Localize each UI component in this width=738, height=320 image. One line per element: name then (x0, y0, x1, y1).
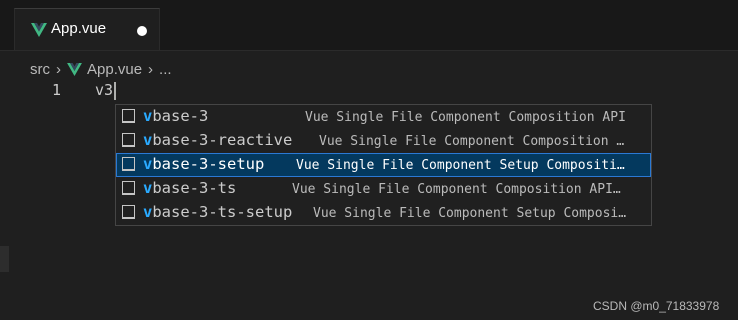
chevron-right-icon: › (148, 60, 154, 78)
code-line-text[interactable]: v3 (95, 81, 113, 99)
suggest-item-detail: Vue Single File Component Composition … (319, 134, 625, 149)
suggest-item-label: vbase-3-setup (143, 155, 265, 173)
snippet-icon (122, 109, 135, 123)
snippet-icon (122, 157, 135, 171)
suggest-item[interactable]: vbase-3-ts Vue Single File Component Com… (116, 177, 651, 201)
suggest-item-label: vbase-3-reactive (143, 131, 293, 149)
text-cursor (114, 82, 116, 100)
tab-label: App.vue (51, 20, 107, 37)
suggest-item[interactable]: vbase-3 Vue Single File Component Compos… (116, 105, 651, 129)
suggest-item-detail: Vue Single File Component Setup Composit… (296, 158, 625, 173)
suggest-item-label: vbase-3 (143, 107, 209, 125)
tab-app-vue[interactable]: App.vue (14, 8, 160, 50)
vue-file-icon (31, 23, 47, 37)
unsaved-dot-icon[interactable] (137, 26, 147, 36)
breadcrumb-item-symbols[interactable]: ... (159, 61, 172, 78)
breadcrumb: src › App.vue › ... (30, 58, 172, 80)
suggest-item-detail: Vue Single File Component Setup Composi… (313, 206, 627, 221)
breadcrumb-item-src[interactable]: src (30, 61, 50, 78)
gutter-decoration (0, 246, 9, 272)
suggest-item-label: vbase-3-ts (143, 179, 237, 197)
tab-bar: App.vue (0, 0, 738, 51)
watermark: CSDN @m0_71833978 (593, 299, 720, 313)
suggest-item-detail: Vue Single File Component Composition AP… (292, 182, 621, 197)
line-number: 1 (52, 81, 62, 99)
suggest-widget: vbase-3 Vue Single File Component Compos… (115, 104, 652, 226)
breadcrumb-item-file[interactable]: App.vue (87, 61, 142, 78)
snippet-icon (122, 205, 135, 219)
chevron-right-icon: › (56, 60, 61, 78)
suggest-item-label: vbase-3-ts-setup (143, 203, 293, 221)
vue-file-icon (67, 62, 82, 76)
suggest-item[interactable]: vbase-3-ts-setup Vue Single File Compone… (116, 201, 651, 225)
suggest-item[interactable]: vbase-3-reactive Vue Single File Compone… (116, 129, 651, 153)
suggest-item-detail: Vue Single File Component Composition AP… (305, 110, 626, 125)
snippet-icon (122, 181, 135, 195)
snippet-icon (122, 133, 135, 147)
suggest-item-selected[interactable]: vbase-3-setup Vue Single File Component … (116, 153, 651, 177)
